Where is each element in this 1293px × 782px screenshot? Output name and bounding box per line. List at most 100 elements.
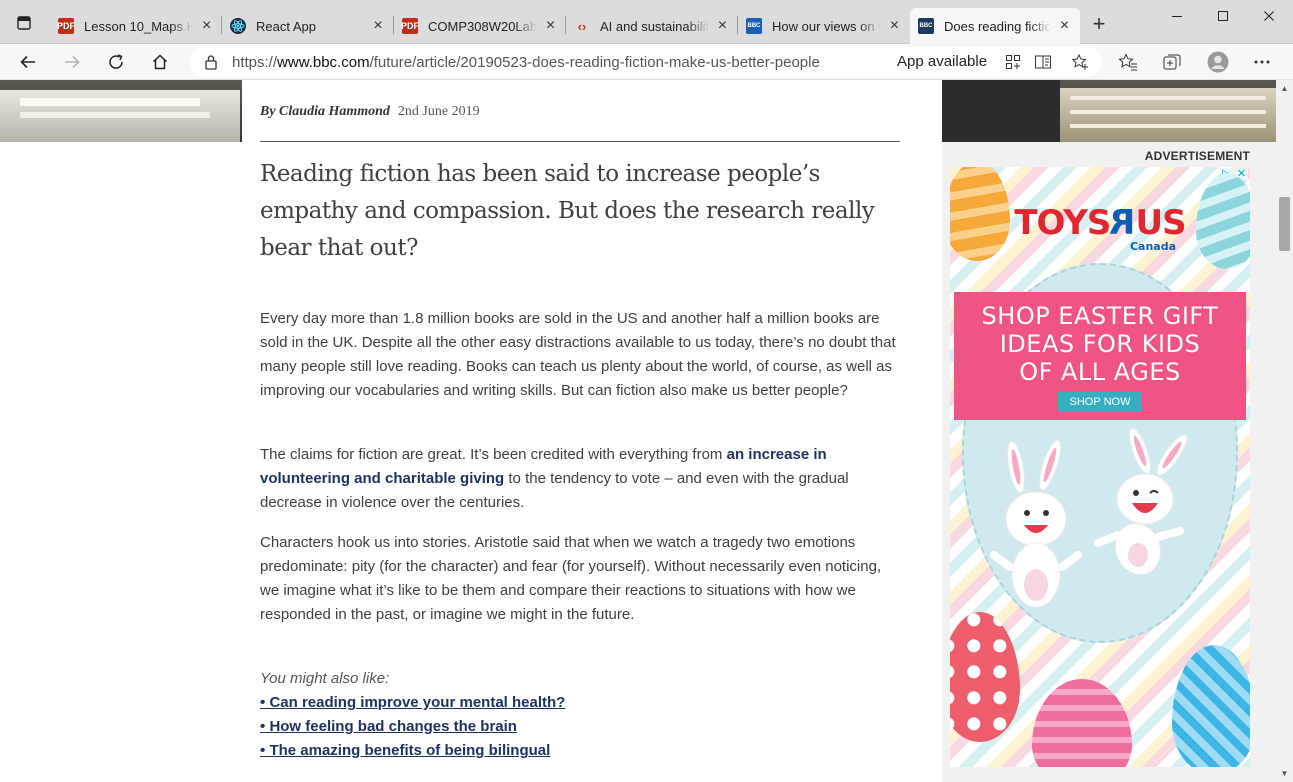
browser-tab[interactable]: BBC How our views on w × xyxy=(738,8,910,44)
easter-egg-image xyxy=(1032,679,1132,767)
browser-toolbar: https://www.bbc.com/future/article/20190… xyxy=(0,44,1293,80)
close-icon[interactable]: × xyxy=(543,17,558,35)
close-icon[interactable]: × xyxy=(1057,17,1072,35)
favorites-button[interactable] xyxy=(1114,48,1142,76)
scroll-up-icon[interactable]: ▲ xyxy=(1276,80,1293,97)
promo-banner: SHOP EASTER GIFT IDEAS FOR KIDS OF ALL A… xyxy=(954,292,1246,420)
easter-egg-image xyxy=(1172,645,1250,767)
more-icon xyxy=(1254,60,1270,64)
related-link-text: How feeling bad changes the brain xyxy=(269,718,517,735)
browser-tab[interactable]: React App × xyxy=(222,8,394,44)
close-window-button[interactable] xyxy=(1246,0,1292,32)
shop-now-button[interactable]: SHOP NOW xyxy=(1057,392,1143,412)
bullet: • xyxy=(260,742,266,759)
back-button[interactable] xyxy=(14,48,42,76)
advertisement[interactable]: ▷ ✕ TOYSRUS Canada SHOP EASTER GIFT IDEA… xyxy=(950,167,1250,767)
collections-icon xyxy=(1163,54,1181,70)
related-link[interactable]: • How feeling bad changes the brain xyxy=(260,715,900,739)
close-icon[interactable]: × xyxy=(199,17,214,35)
lock-icon[interactable] xyxy=(204,54,218,75)
react-icon xyxy=(230,18,246,34)
close-icon xyxy=(1264,11,1274,21)
sidebar: ADVERTISEMENT ▷ ✕ TOYSRUS Canada SHOP EA… xyxy=(942,142,1276,782)
promo-line: IDEAS FOR KIDS xyxy=(999,330,1201,358)
back-arrow-icon xyxy=(20,55,35,69)
tab-actions-button[interactable] xyxy=(10,12,38,34)
maximize-icon xyxy=(1218,11,1228,21)
close-icon[interactable]: × xyxy=(370,17,386,35)
page-viewport: By Claudia Hammond 2nd June 2019 Reading … xyxy=(0,80,1276,782)
paragraph-1: Every day more than 1.8 million books ar… xyxy=(260,310,896,399)
tab-title: React App xyxy=(256,18,316,34)
forward-button[interactable] xyxy=(58,48,86,76)
browser-tab[interactable]: PDF Lesson 10_Maps Ha × xyxy=(50,8,222,44)
add-favorite-icon[interactable] xyxy=(1070,52,1090,72)
home-button[interactable] xyxy=(146,48,174,76)
pdf-icon: PDF xyxy=(57,18,75,34)
paragraph-3: Characters hook us into stories. Aristot… xyxy=(260,534,882,623)
publish-date: 2nd June 2019 xyxy=(397,104,480,119)
tab-title: Lesson 10_Maps Ha xyxy=(84,18,194,34)
maximize-button[interactable] xyxy=(1200,0,1246,32)
url-scheme: https:// xyxy=(232,54,278,71)
vertical-scrollbar[interactable]: ▲ ▼ xyxy=(1276,80,1293,782)
browser-tab[interactable]: ‹› AI and sustainability × xyxy=(566,8,738,44)
pdf-icon: PDF xyxy=(401,18,419,34)
paragraph-2: The claims for fiction are great. It’s b… xyxy=(260,443,900,515)
scroll-down-icon[interactable]: ▼ xyxy=(1276,765,1293,782)
new-tab-button[interactable]: + xyxy=(1088,12,1110,36)
tab-title: Does reading fiction xyxy=(944,18,1052,34)
easter-egg-image xyxy=(950,167,1010,261)
bunnies-illustration xyxy=(990,427,1188,608)
related-link[interactable]: • Can reading improve your mental health… xyxy=(260,691,900,715)
minimize-icon xyxy=(1172,16,1182,17)
easter-egg-image xyxy=(950,612,1020,742)
divider xyxy=(260,141,900,142)
url-path: /future/article/20190523-does-reading-fi… xyxy=(369,54,820,71)
byline: By Claudia Hammond 2nd June 2019 xyxy=(260,104,480,120)
code-icon: ‹› xyxy=(577,18,587,34)
close-icon[interactable]: × xyxy=(887,17,902,35)
related-links: You might also like: • Can reading impro… xyxy=(260,667,900,763)
article-column: By Claudia Hammond 2nd June 2019 Reading … xyxy=(242,80,942,782)
reading-view-icon[interactable] xyxy=(1033,52,1053,72)
tab-actions-icon xyxy=(17,16,31,30)
browser-tab-active[interactable]: BBC Does reading fiction × xyxy=(910,8,1080,44)
promo-line: SHOP EASTER GIFT xyxy=(981,302,1219,330)
refresh-button[interactable] xyxy=(102,48,130,76)
tab-title: COMP308W20Lab5 xyxy=(428,18,538,34)
related-label: You might also like: xyxy=(260,670,390,687)
tab-strip: PDF Lesson 10_Maps Ha × React App × PDF … xyxy=(0,0,1293,44)
browser-tab[interactable]: PDF COMP308W20Lab5 × xyxy=(394,8,566,44)
avatar-icon xyxy=(1207,51,1229,73)
forward-arrow-icon xyxy=(65,55,80,69)
bullet: • xyxy=(260,694,266,711)
url-text[interactable]: https://www.bbc.com/future/article/20190… xyxy=(232,54,820,71)
address-bar[interactable]: https://www.bbc.com/future/article/20190… xyxy=(190,47,1102,77)
brand-text: TOYS xyxy=(1014,203,1111,243)
toys-r-us-logo: TOYSRUS Canada xyxy=(1010,203,1190,253)
author-name[interactable]: By Claudia Hammond xyxy=(260,104,390,119)
easter-egg-image xyxy=(1196,173,1250,269)
related-link[interactable]: • The amazing benefits of being bilingua… xyxy=(260,739,900,763)
close-icon[interactable]: × xyxy=(715,17,730,35)
tab-title: How our views on w xyxy=(772,18,881,34)
minimize-button[interactable] xyxy=(1154,0,1200,32)
app-available-label[interactable]: App available xyxy=(897,53,987,70)
bullet: • xyxy=(260,718,266,735)
favorites-icon xyxy=(1118,53,1137,71)
app-install-icon[interactable] xyxy=(1003,52,1023,72)
bbc-icon: BBC xyxy=(918,18,934,34)
related-link-text: The amazing benefits of being bilingual xyxy=(269,742,551,759)
profile-button[interactable] xyxy=(1204,48,1232,76)
refresh-icon xyxy=(109,54,123,69)
settings-more-button[interactable] xyxy=(1248,48,1276,76)
paragraph-text: The claims for fiction are great. It’s b… xyxy=(260,446,727,463)
brand-text: R xyxy=(1110,203,1136,243)
collections-button[interactable] xyxy=(1158,48,1186,76)
related-link-text: Can reading improve your mental health? xyxy=(269,694,566,711)
brand-text: US xyxy=(1135,203,1187,243)
scrollbar-thumb[interactable] xyxy=(1279,197,1290,251)
promo-headline: SHOP EASTER GIFT IDEAS FOR KIDS OF ALL A… xyxy=(954,292,1246,386)
promo-line: OF ALL AGES xyxy=(1019,358,1181,386)
